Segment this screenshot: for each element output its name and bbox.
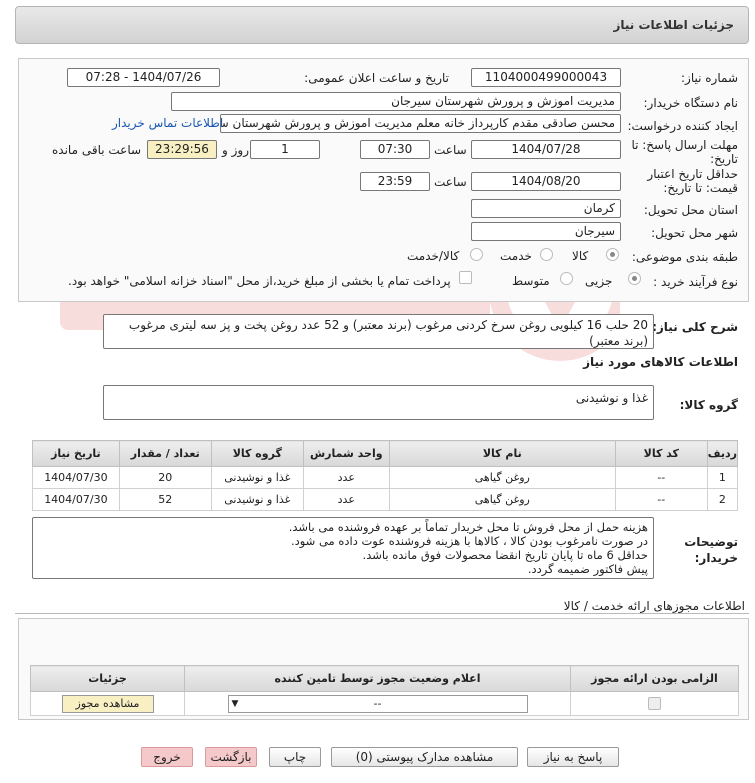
deadline-time-field: 07:30	[360, 140, 430, 159]
cell-date: 1404/07/30	[32, 488, 120, 511]
permits-table: الزامی بودن ارائه مجوز اعلام وضعیت مجوز …	[30, 665, 739, 716]
col-group: گروه کالا	[210, 440, 304, 467]
process-radio-minor[interactable]	[628, 272, 641, 285]
days-field: 1	[250, 140, 320, 159]
col-qty: تعداد / مقدار	[118, 440, 212, 467]
deadline-time-label: ساعت	[434, 143, 467, 157]
city-field: سیرجان	[471, 222, 621, 241]
back-button[interactable]: بازگشت	[205, 747, 257, 767]
permit-status-select[interactable]: -- ▼	[227, 694, 528, 713]
buyer-notes-label-2: خریدار:	[694, 551, 738, 565]
summary-field: 20 حلب 16 کیلویی روغن سرخ کردنی مرغوب (ب…	[103, 314, 654, 349]
goods-group-field: غذا و نوشیدنی	[103, 385, 654, 420]
col-row: ردیف	[706, 440, 739, 467]
goods-section-title: اطلاعات کالاهای مورد نیاز	[583, 355, 738, 369]
treasury-payment-checkbox[interactable]	[459, 271, 472, 284]
col-unit: واحد شمارش	[302, 440, 390, 467]
goods-table: ردیف کد کالا نام کالا واحد شمارش گروه کا…	[32, 440, 739, 511]
note-line: هزینه حمل از محل فروش تا محل خریدار تمام…	[288, 520, 648, 534]
days-label: روز و	[222, 143, 249, 157]
col-permit-status: اعلام وضعیت مجوز توسط تامین کننده	[184, 665, 571, 692]
deadline-date-field: 1404/07/28	[471, 140, 621, 159]
validity-time-field: 23:59	[360, 172, 430, 191]
category-goods-service-label: کالا/خدمت	[407, 249, 460, 263]
creator-label: ایجاد کننده درخواست:	[627, 119, 738, 133]
col-permit-details: جزئیات	[30, 665, 185, 692]
validity-time-label: ساعت	[434, 175, 467, 189]
summary-label: شرح کلی نیاز:	[652, 320, 738, 334]
category-radio-service[interactable]	[540, 248, 553, 261]
treasury-payment-note: پرداخت تمام یا بخشی از مبلغ خرید،از محل …	[68, 274, 451, 288]
attachments-button[interactable]: مشاهده مدارک پیوستی (0)	[331, 747, 518, 767]
process-radio-medium[interactable]	[560, 272, 573, 285]
buyer-notes-field: هزینه حمل از محل فروش تا محل خریدار تمام…	[32, 517, 654, 579]
remaining-time-field: 23:29:56	[147, 140, 217, 159]
cell-qty: 52	[118, 488, 212, 511]
note-line: در صورت نامرغوب بودن کالا ، کالاها با هز…	[290, 534, 648, 548]
cell-group: غذا و نوشیدنی	[210, 466, 304, 489]
col-name: نام کالا	[388, 440, 616, 467]
cell-unit: عدد	[302, 488, 390, 511]
cell-group: غذا و نوشیدنی	[210, 488, 304, 511]
announce-label: تاریخ و ساعت اعلان عمومی:	[304, 71, 449, 85]
print-button[interactable]: چاپ	[269, 747, 321, 767]
col-permit-required: الزامی بودن ارائه مجوز	[570, 665, 739, 692]
validity-date-field: 1404/08/20	[471, 172, 621, 191]
validity-label-2: قیمت: تا تاریخ:	[663, 181, 738, 195]
col-date: تاریخ نیاز	[32, 440, 120, 467]
need-number-label: شماره نیاز:	[681, 71, 738, 85]
table-row: 1 -- روغن گیاهی عدد غذا و نوشیدنی 20 140…	[32, 466, 739, 489]
cell-name: روغن گیاهی	[388, 488, 616, 511]
table-row: -- ▼ مشاهده مجوز	[30, 691, 739, 716]
category-label: طبقه بندی موضوعی:	[631, 250, 738, 264]
category-goods-label: کالا	[572, 249, 589, 263]
buyer-notes-label-1: توضیحات	[684, 535, 738, 549]
deadline-label-2: تاریخ:	[710, 152, 738, 166]
category-radio-goods[interactable]	[606, 248, 619, 261]
permits-divider	[15, 613, 749, 614]
exit-button[interactable]: خروج	[141, 747, 193, 767]
cell-code: --	[614, 466, 708, 489]
deadline-label-1: مهلت ارسال پاسخ: تا	[631, 138, 738, 152]
cell-date: 1404/07/30	[32, 466, 120, 489]
need-number-field: 1104000499000043	[471, 68, 621, 87]
cell-qty: 20	[118, 466, 212, 489]
city-label: شهر محل تحویل:	[651, 226, 738, 240]
validity-label-1: حداقل تاریخ اعتبار	[647, 167, 738, 181]
table-row: 2 -- روغن گیاهی عدد غذا و نوشیدنی 52 140…	[32, 488, 739, 511]
cell-name: روغن گیاهی	[388, 466, 616, 489]
col-code: کد کالا	[614, 440, 708, 467]
cell-row: 2	[706, 488, 739, 511]
view-permit-button[interactable]: مشاهده مجوز	[61, 694, 154, 713]
contact-buyer-link[interactable]: اطلاعات تماس خریدار	[112, 116, 223, 130]
remaining-time-label: ساعت باقی مانده	[52, 143, 142, 157]
process-label: نوع فرآیند خرید :	[653, 275, 738, 289]
note-line: حداقل 6 ماه تا پایان تاریخ انقضا محصولات…	[362, 548, 648, 562]
province-field: کرمان	[471, 199, 621, 218]
permits-section-title: اطلاعات مجوزهای ارائه خدمت / کالا	[563, 599, 745, 613]
note-line: پیش فاکتور ضمیمه گردد.	[527, 562, 648, 576]
process-minor-label: جزیی	[585, 274, 613, 288]
buyer-org-label: نام دستگاه خریدار:	[643, 96, 739, 110]
cell-code: --	[614, 488, 708, 511]
cell-row: 1	[706, 466, 739, 489]
reply-button[interactable]: پاسخ به نیاز	[527, 747, 619, 767]
creator-field: محسن صادقی مقدم کارپرداز خانه معلم مدیری…	[220, 114, 621, 133]
category-radio-goods-service[interactable]	[470, 248, 483, 261]
announce-field: 1404/07/26 - 07:28	[67, 68, 220, 87]
goods-group-label: گروه کالا:	[679, 398, 738, 412]
permit-required-checkbox[interactable]	[648, 697, 661, 711]
page-header: جزئیات اطلاعات نیاز	[15, 6, 749, 44]
chevron-down-icon: ▼	[231, 698, 239, 709]
province-label: استان محل تحویل:	[643, 203, 738, 217]
process-medium-label: متوسط	[512, 274, 550, 288]
buyer-org-field: مدیریت اموزش و پرورش شهرستان سیرجان	[171, 92, 621, 111]
permit-status-value: --	[373, 696, 382, 710]
page-title: جزئیات اطلاعات نیاز	[613, 18, 734, 32]
category-service-label: خدمت	[500, 249, 532, 263]
cell-unit: عدد	[302, 466, 390, 489]
